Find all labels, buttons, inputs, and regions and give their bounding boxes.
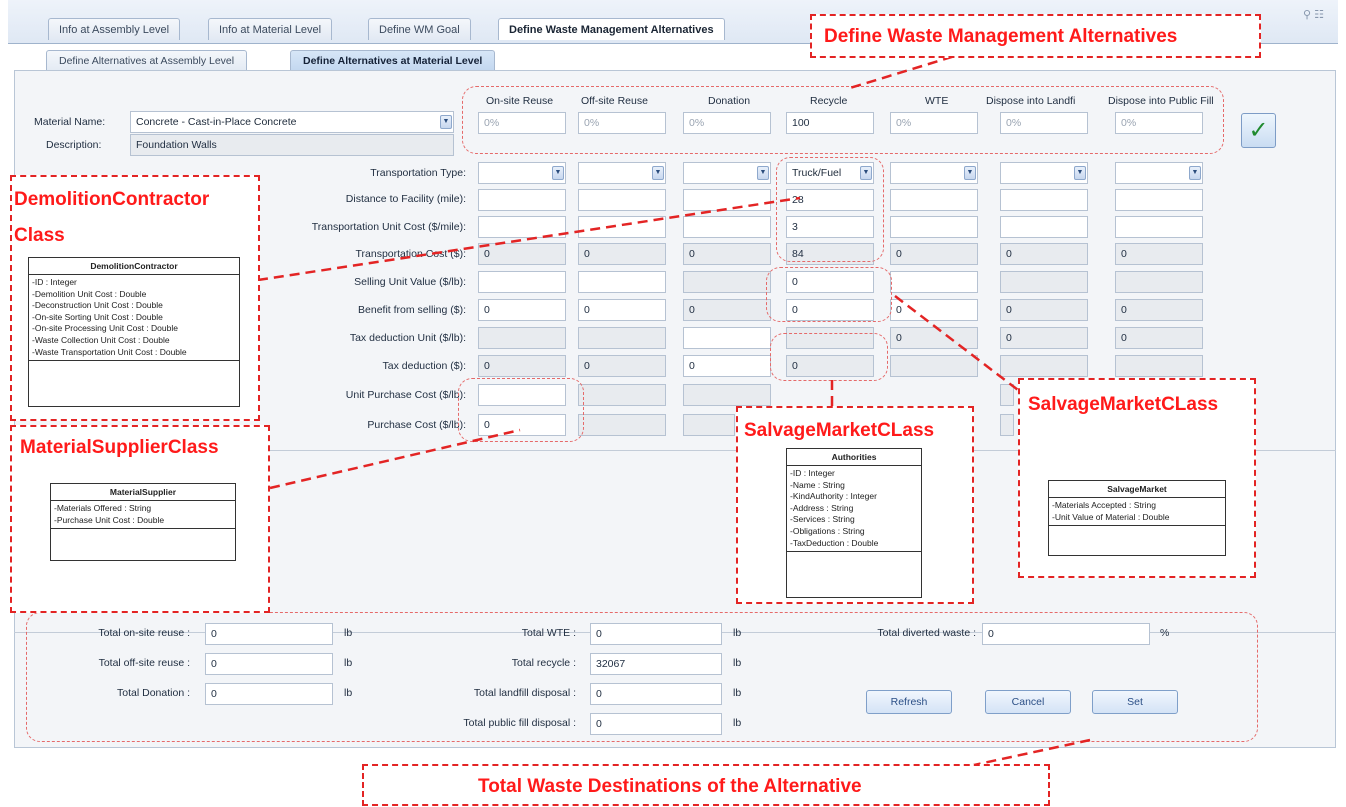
uml-demolition-contractor: DemolitionContractor -ID : Integer -Demo… <box>28 257 240 407</box>
callout-title: Define Waste Management Alternatives <box>824 26 1178 47</box>
callout-demolition-contractor: DemolitionContractor Class DemolitionCon… <box>10 175 260 421</box>
callout-material-supplier: MaterialSupplierClass MaterialSupplier -… <box>10 425 270 613</box>
uml-material-supplier: MaterialSupplier -Materials Offered : St… <box>50 483 236 561</box>
uml-authorities: Authorities -ID : Integer -Name : String… <box>786 448 922 598</box>
callout-title: DemolitionContractor <box>14 189 210 210</box>
callout-title: Total Waste Destinations of the Alternat… <box>478 776 862 797</box>
callout-salvage-market-authorities: SalvageMarketCLass Authorities -ID : Int… <box>736 406 974 604</box>
callout-title: MaterialSupplierClass <box>20 437 219 458</box>
callout-salvage-market: SalvageMarketCLass SalvageMarket -Materi… <box>1018 378 1256 578</box>
callout-total-destinations: Total Waste Destinations of the Alternat… <box>362 764 1050 806</box>
uml-salvage-market: SalvageMarket -Materials Accepted : Stri… <box>1048 480 1226 556</box>
callout-title: Class <box>14 225 65 246</box>
callout-define-alternatives: Define Waste Management Alternatives <box>810 14 1261 58</box>
callout-title: SalvageMarketCLass <box>1028 394 1219 415</box>
callout-title: SalvageMarketCLass <box>744 420 935 441</box>
